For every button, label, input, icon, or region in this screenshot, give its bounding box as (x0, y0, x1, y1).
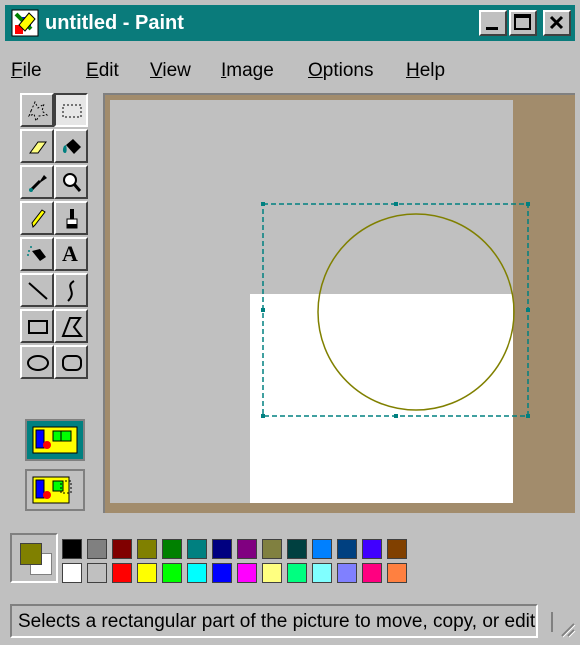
palette-color-swatch[interactable] (137, 539, 157, 559)
rounded-rectangle-icon (62, 355, 82, 371)
menu-edit[interactable]: Edit (86, 56, 119, 86)
ellipse-tool[interactable] (20, 345, 54, 379)
palette-color-swatch[interactable] (62, 539, 82, 559)
fill-bucket-icon (62, 139, 81, 154)
palette-color-swatch[interactable] (287, 563, 307, 583)
pick-color-tool[interactable] (20, 165, 54, 199)
palette-color-swatch[interactable] (212, 539, 232, 559)
palette-color-swatch[interactable] (337, 539, 357, 559)
free-form-select-tool[interactable] (20, 93, 54, 127)
brush-tool[interactable] (54, 201, 88, 235)
canvas-white-region (250, 294, 513, 503)
toolbox: A (10, 93, 100, 523)
eraser-tool[interactable] (20, 129, 54, 163)
rect-select-icon (62, 104, 82, 118)
close-button[interactable] (543, 10, 571, 36)
text-tool[interactable]: A (54, 237, 88, 271)
palette-color-swatch[interactable] (62, 563, 82, 583)
title-bar[interactable]: untitled - Paint (5, 5, 575, 41)
rounded-rectangle-tool[interactable] (54, 345, 88, 379)
opaque-selection-icon (32, 426, 78, 454)
rectangle-icon (28, 320, 48, 334)
pencil-icon (31, 209, 46, 228)
current-colors-box (10, 533, 58, 583)
palette-color-swatch[interactable] (262, 563, 282, 583)
palette-color-swatch[interactable] (362, 539, 382, 559)
menu-image[interactable]: Image (221, 56, 274, 86)
text-icon: A (62, 241, 78, 266)
palette-color-swatch[interactable] (87, 539, 107, 559)
transparent-selection-option[interactable] (25, 469, 85, 511)
palette-color-swatch[interactable] (262, 539, 282, 559)
fill-with-color-tool[interactable] (54, 129, 88, 163)
window-title: untitled - Paint (45, 12, 184, 34)
menu-help[interactable]: Help (406, 56, 445, 86)
select-tool[interactable] (54, 93, 88, 127)
palette-color-swatch[interactable] (187, 563, 207, 583)
palette-color-swatch[interactable] (162, 539, 182, 559)
palette-color-swatch[interactable] (212, 563, 232, 583)
line-tool[interactable] (20, 273, 54, 307)
eraser-icon (29, 141, 47, 154)
pencil-tool[interactable] (20, 201, 54, 235)
palette-color-swatch[interactable] (387, 539, 407, 559)
free-form-select-icon (28, 100, 49, 123)
transparent-selection-icon (32, 476, 72, 504)
minimize-button[interactable] (479, 10, 507, 36)
paint-app-icon[interactable] (11, 9, 39, 37)
palette-color-swatch[interactable] (87, 563, 107, 583)
ellipse-icon (27, 355, 49, 371)
status-bar: Selects a rectangular part of the pictur… (10, 604, 538, 638)
palette-color-swatch[interactable] (112, 563, 132, 583)
magnifier-icon (63, 173, 82, 192)
brush-icon (66, 209, 78, 229)
palette-color-swatch[interactable] (237, 563, 257, 583)
palette-color-swatch[interactable] (337, 563, 357, 583)
curve-tool[interactable] (54, 273, 88, 307)
palette-color-swatch[interactable] (362, 563, 382, 583)
menu-options[interactable]: Options (308, 56, 373, 86)
rectangle-tool[interactable] (20, 309, 54, 343)
paint-window: untitled - Paint File Edit View Image Op… (0, 0, 580, 645)
close-icon (549, 15, 564, 30)
minimize-icon (486, 27, 498, 30)
line-icon (28, 282, 48, 300)
airbrush-tool[interactable] (20, 237, 54, 271)
magnifier-tool[interactable] (54, 165, 88, 199)
maximize-button[interactable] (509, 10, 537, 36)
color-palette (10, 533, 420, 589)
curve-icon (67, 280, 75, 302)
palette-color-swatch[interactable] (312, 563, 332, 583)
opaque-selection-option[interactable] (25, 419, 85, 461)
foreground-color-swatch (20, 543, 42, 565)
polygon-tool[interactable] (54, 309, 88, 343)
palette-color-swatch[interactable] (162, 563, 182, 583)
palette-color-swatch[interactable] (237, 539, 257, 559)
eyedropper-icon (28, 175, 47, 193)
palette-color-swatch[interactable] (387, 563, 407, 583)
menu-view[interactable]: View (150, 56, 191, 86)
menu-file[interactable]: File (11, 56, 42, 86)
polygon-icon (61, 317, 84, 337)
palette-color-swatch[interactable] (187, 539, 207, 559)
palette-color-swatch[interactable] (287, 539, 307, 559)
resize-grip-icon[interactable] (548, 608, 576, 638)
status-text: Selects a rectangular part of the pictur… (18, 611, 538, 632)
maximize-icon (514, 14, 531, 30)
airbrush-icon (27, 246, 46, 261)
palette-color-swatch[interactable] (112, 539, 132, 559)
palette-color-swatch[interactable] (137, 563, 157, 583)
palette-color-swatch[interactable] (312, 539, 332, 559)
